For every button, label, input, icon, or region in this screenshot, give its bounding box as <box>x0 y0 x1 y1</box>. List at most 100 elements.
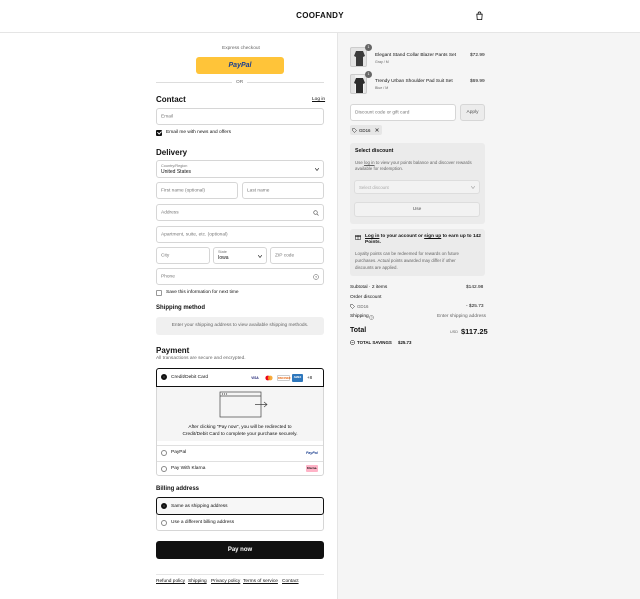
tag-icon <box>352 127 357 133</box>
paypal-logo: PayPal <box>228 62 252 69</box>
total-savings-label: TOTAL SAVINGS <box>357 340 392 345</box>
use-discount-button[interactable]: Use <box>354 202 480 217</box>
savings-tag-icon <box>350 340 355 345</box>
discount-dropdown[interactable]: Select discount <box>354 180 480 194</box>
select-discount-title: Select discount <box>355 148 394 154</box>
billing-title: Billing address <box>156 486 200 492</box>
help-icon[interactable]: ? <box>369 314 374 320</box>
search-icon <box>313 210 319 216</box>
discount-code-field[interactable]: Discount code or gift card <box>350 104 456 121</box>
discount-value: - $25.73 <box>466 304 484 309</box>
klarna-radio[interactable] <box>161 466 167 472</box>
pay-now-button[interactable]: Pay now <box>156 541 324 559</box>
shipping-label: Shipping <box>350 314 369 319</box>
applied-code-tag: GD16 <box>350 125 382 135</box>
points-note-1: Loyalty points can be redeemed for rewar… <box>355 251 459 256</box>
last-name-field[interactable]: Last name <box>242 182 324 199</box>
footer-link-terms[interactable]: Terms of service <box>243 579 278 585</box>
login-link[interactable]: Log in <box>312 97 325 103</box>
product-name: Elegant Stand Collar Blazer Pants Set <box>375 53 457 58</box>
or-separator: OR <box>236 80 244 85</box>
divider <box>247 82 324 83</box>
more-brands-label: +8 <box>307 375 313 380</box>
same-address-option[interactable]: Same as shipping address <box>156 497 324 515</box>
total-label: Total <box>350 327 367 334</box>
divider <box>156 82 232 83</box>
signup-link[interactable]: sign up <box>424 234 441 239</box>
phone-field[interactable]: Phone ? <box>156 268 324 285</box>
product-image <box>350 74 367 94</box>
different-address-option[interactable]: Use a different billing address <box>157 515 323 531</box>
save-info-checkbox[interactable] <box>156 290 162 296</box>
footer-link-shipping[interactable]: Shipping <box>188 579 207 585</box>
paypal-radio[interactable] <box>161 450 167 456</box>
state-select[interactable]: State Iowa <box>213 247 267 264</box>
paypal-logo: PayPal <box>306 451 318 455</box>
total-value: $117.25 <box>461 327 488 336</box>
divider <box>156 574 324 575</box>
quantity-badge: 1 <box>365 71 372 78</box>
footer-link-privacy[interactable]: Privacy policy <box>211 579 240 585</box>
newsletter-checkbox[interactable] <box>156 130 162 136</box>
different-address-label: Use a different billing address <box>171 520 235 525</box>
card-label: Credit/Debit Card <box>171 375 209 380</box>
card-option[interactable]: Credit/Debit Card VISA DISCOVER AMEX +8 <box>156 368 324 387</box>
city-field[interactable]: City <box>156 247 210 264</box>
paypal-express-button[interactable]: PayPal <box>196 57 284 74</box>
select-discount-text-2: available for redemption. <box>355 166 404 171</box>
login-link[interactable]: log in <box>364 160 375 165</box>
select-discount-text: Use log in to view your points balance a… <box>355 160 472 165</box>
browser-redirect-icon <box>219 391 268 418</box>
address-field[interactable]: Address <box>156 204 324 221</box>
klarna-label: Pay With Klarna <box>171 466 206 471</box>
shipping-method-title: Shipping method <box>156 305 205 311</box>
footer-link-contact[interactable]: Contact <box>282 579 299 585</box>
shopping-bag-icon[interactable] <box>475 11 484 21</box>
payment-subtitle: All transactions are secure and encrypte… <box>156 356 246 361</box>
tag-icon <box>350 304 355 309</box>
paypal-option[interactable]: PayPal PayPal <box>157 446 323 461</box>
different-address-radio[interactable] <box>161 520 167 526</box>
product-variant: Gray / M <box>375 60 389 64</box>
chevron-down-icon <box>258 255 262 258</box>
card-radio[interactable] <box>161 374 167 380</box>
product-image <box>350 47 367 67</box>
points-note-2: purchases. Actual points awarded may dif… <box>355 258 456 263</box>
amex-logo: AMEX <box>292 374 303 382</box>
product-price: $72.99 <box>470 53 485 58</box>
footer-link-refund[interactable]: Refund policy <box>156 579 185 585</box>
country-select[interactable]: Country/Region United States <box>156 160 324 178</box>
klarna-option[interactable]: Pay With Klarna Klarna. <box>157 462 323 476</box>
points-login-link[interactable]: Log in <box>365 234 379 239</box>
points-note-3: discounts are applied. <box>355 265 398 270</box>
first-name-field[interactable]: First name (optional) <box>156 182 238 199</box>
discount-code-label: GD16 <box>357 304 369 309</box>
mastercard-logo <box>263 375 275 381</box>
total-savings-value: $25.73 <box>398 340 412 345</box>
payment-methods: Credit/Debit Card VISA DISCOVER AMEX +8 … <box>156 368 324 476</box>
chevron-down-icon <box>315 168 319 171</box>
contact-title: Contact <box>156 95 186 104</box>
same-address-label: Same as shipping address <box>171 504 228 509</box>
product-price: $69.99 <box>470 79 485 84</box>
payment-title: Payment <box>156 346 190 355</box>
close-icon[interactable] <box>375 128 379 132</box>
order-discount-label: Order discount <box>350 295 382 300</box>
email-field[interactable]: Email <box>156 108 324 125</box>
shipping-method-notice: Enter your shipping address to view avai… <box>156 317 324 335</box>
subtotal-label: Subtotal · 2 items <box>350 285 388 290</box>
total-currency: USD <box>450 330 459 334</box>
visa-logo: VISA <box>251 376 259 380</box>
points-text: Log in to your account or sign up to ear… <box>365 234 481 239</box>
points-text-2: Points. <box>365 240 381 245</box>
same-address-radio[interactable] <box>161 503 167 509</box>
zip-field[interactable]: ZIP code <box>270 247 324 264</box>
gift-icon <box>355 235 361 240</box>
product-variant: Blue / M <box>375 86 389 90</box>
help-icon[interactable]: ? <box>313 274 319 280</box>
apartment-field[interactable]: Apartment, suite, etc. (optional) <box>156 226 324 243</box>
brand-logo[interactable]: COOFANDY <box>0 11 640 20</box>
apply-button[interactable]: Apply <box>460 104 485 121</box>
newsletter-label: Email me with news and offers <box>166 130 231 135</box>
delivery-title: Delivery <box>156 148 188 157</box>
